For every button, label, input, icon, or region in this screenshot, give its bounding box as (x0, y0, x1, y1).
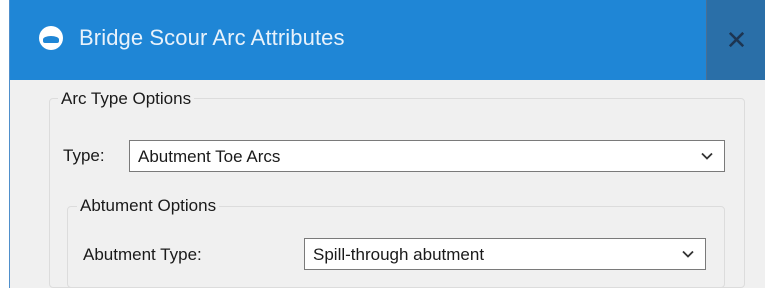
type-label: Type: (63, 146, 105, 165)
dialog-window: Bridge Scour Arc Attributes ✕ Arc Type O… (9, 0, 765, 288)
window-title: Bridge Scour Arc Attributes (79, 25, 345, 50)
arc-type-options-label: Arc Type Options (58, 89, 195, 109)
abutment-type-dropdown[interactable]: Spill-through abutment (304, 238, 706, 270)
app-logo-icon (39, 26, 63, 50)
screen: Bridge Scour Arc Attributes ✕ Arc Type O… (0, 0, 765, 288)
abutment-type-dropdown-value: Spill-through abutment (313, 245, 485, 264)
abutment-options-label: Abtument Options (77, 196, 220, 216)
title-bar[interactable]: Bridge Scour Arc Attributes ✕ (10, 0, 765, 80)
abutment-type-label: Abutment Type: (83, 245, 202, 264)
type-dropdown-value: Abutment Toe Arcs (138, 147, 281, 166)
chevron-down-icon (682, 250, 694, 258)
close-button[interactable]: ✕ (706, 0, 765, 80)
chevron-down-icon (701, 152, 713, 160)
type-dropdown[interactable]: Abutment Toe Arcs (129, 140, 725, 172)
